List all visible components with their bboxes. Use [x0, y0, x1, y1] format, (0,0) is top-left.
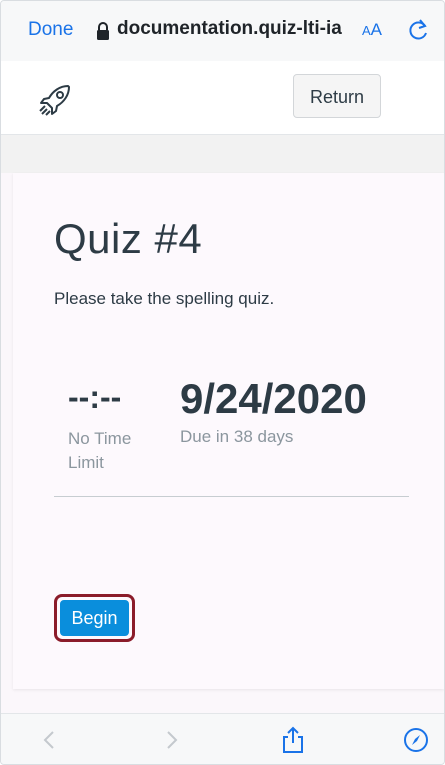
- share-icon[interactable]: [280, 726, 306, 754]
- lock-icon: [97, 22, 109, 40]
- divider: [54, 496, 409, 497]
- url-field[interactable]: documentation.quiz-lti-ia: [117, 18, 350, 40]
- text-size-large-a: A: [370, 20, 383, 39]
- app-frame: Done documentation.quiz-lti-ia AA Return…: [0, 0, 445, 765]
- time-limit-value: --:--: [68, 379, 122, 415]
- quiz-description: Please take the spelling quiz.: [54, 289, 275, 308]
- forward-icon[interactable]: [158, 726, 184, 754]
- header-band: [1, 135, 444, 173]
- reload-icon[interactable]: [408, 18, 430, 42]
- quiz-card: Quiz #4 Please take the spelling quiz. -…: [13, 173, 444, 689]
- due-label: Due in 38 days: [180, 427, 294, 446]
- back-icon[interactable]: [37, 726, 63, 754]
- rocket-icon[interactable]: [38, 83, 74, 117]
- app-header: Return: [1, 61, 444, 135]
- return-button[interactable]: Return: [293, 74, 381, 118]
- text-size-button[interactable]: AA: [362, 20, 382, 40]
- compass-icon[interactable]: [403, 726, 429, 754]
- begin-focus-ring: Begin: [54, 594, 135, 642]
- due-date: 9/24/2020: [180, 375, 367, 422]
- browser-toolbar: [1, 713, 444, 764]
- browser-topbar: Done documentation.quiz-lti-ia AA: [1, 1, 444, 62]
- quiz-title: Quiz #4: [54, 215, 203, 262]
- done-button[interactable]: Done: [28, 19, 73, 41]
- begin-button[interactable]: Begin: [60, 600, 129, 636]
- text-size-small-a: A: [362, 23, 371, 38]
- time-limit-label: No Time Limit: [68, 429, 132, 472]
